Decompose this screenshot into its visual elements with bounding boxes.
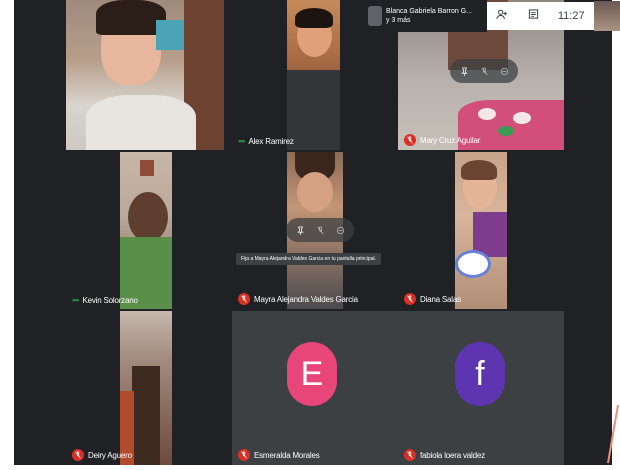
remove-icon[interactable] (332, 222, 348, 238)
participant-tile[interactable] (66, 0, 224, 150)
participant-tile[interactable]: ••• Kevin Solorzano (66, 152, 224, 309)
remove-icon[interactable] (496, 63, 512, 79)
participant-video (120, 311, 172, 465)
participant-name: Deiry Aguero (72, 449, 132, 461)
mute-icon[interactable] (476, 63, 492, 79)
mic-off-icon (404, 134, 416, 146)
participant-tile[interactable]: Deiry Aguero (66, 311, 224, 465)
pin-tooltip: Fija a Mayra Alejandra Valdes Garcia en … (236, 253, 381, 265)
participant-name: ••• Kevin Solorzano (72, 295, 138, 305)
participant-video (287, 0, 340, 150)
participant-tile[interactable]: Fija a Mayra Alejandra Valdes Garcia en … (232, 152, 398, 309)
desktop-edge (606, 405, 620, 465)
speaking-indicator-icon: ••• (72, 295, 78, 305)
mic-off-icon (404, 293, 416, 305)
participant-avatar: f (455, 342, 505, 406)
participant-tile[interactable]: ••• Alex Ramirez (232, 0, 340, 150)
participant-name: fabiola loera valdez (404, 449, 485, 461)
mic-off-icon (238, 449, 250, 461)
speaking-indicator-icon: ••• (238, 136, 244, 146)
mute-icon[interactable] (312, 222, 328, 238)
tile-controls (286, 218, 354, 242)
people-icon[interactable] (496, 9, 509, 23)
presentation-chip[interactable]: Blanca Gabriela Barron G... y 3 más (364, 0, 487, 32)
top-bar: Blanca Gabriela Barron G... y 3 más 11:2… (364, 0, 620, 32)
mic-off-icon (72, 449, 84, 461)
participant-name: ••• Alex Ramirez (238, 136, 294, 146)
pin-icon[interactable] (456, 63, 472, 79)
participant-tile[interactable]: f fabiola loera valdez (398, 311, 564, 465)
mic-off-icon (238, 293, 250, 305)
participant-tile[interactable]: E Esmeralda Morales (232, 311, 398, 465)
participant-video (455, 152, 507, 309)
participant-video (120, 152, 172, 309)
mic-off-icon (404, 449, 416, 461)
clock-time: 11:27 (558, 10, 585, 22)
chat-icon[interactable] (528, 9, 539, 23)
participant-name: Mayra Alejandra Valdes Garcia (238, 293, 358, 305)
meeting-stage: ••• Alex Ramirez Mary Cruz Aguilar (14, 0, 612, 465)
self-view[interactable] (594, 1, 620, 31)
presenter-avatar (368, 6, 382, 26)
presentation-text: Blanca Gabriela Barron G... y 3 más (386, 7, 472, 25)
participant-video (66, 0, 224, 150)
tile-controls (450, 59, 518, 83)
pin-icon[interactable] (292, 222, 308, 238)
participant-avatar: E (287, 342, 337, 406)
meeting-toolbar: 11:27 (487, 2, 594, 30)
participant-name: Diana Salas (404, 293, 461, 305)
participant-name: Esmeralda Morales (238, 449, 320, 461)
participant-name: Mary Cruz Aguilar (404, 134, 480, 146)
participant-tile[interactable]: Diana Salas (398, 152, 564, 309)
